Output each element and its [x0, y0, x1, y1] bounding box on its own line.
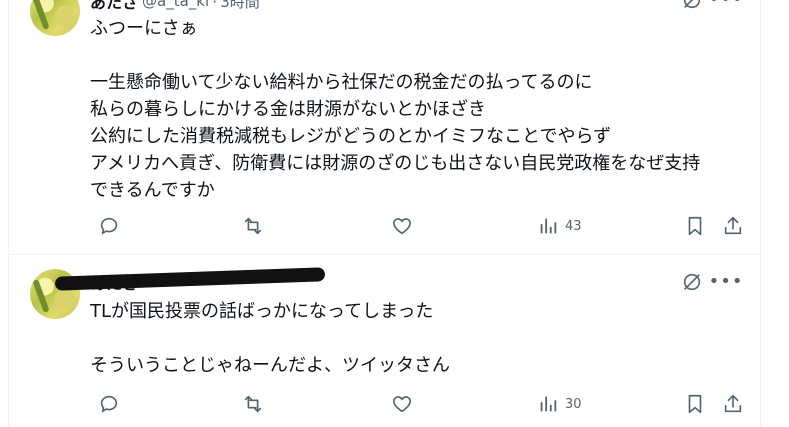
share-icon [724, 394, 742, 413]
repost-icon [244, 395, 262, 413]
share-button[interactable] [722, 211, 744, 241]
like-button[interactable] [391, 389, 413, 419]
post-text-line: 公約にした消費税減税もレジがどうのとかイミフなことでやらず [90, 126, 612, 147]
timeline: あたさ @a_ta_ki · 3時間 ••• ふつーにさぁ 一生懸命働いて少ない… [8, 0, 761, 427]
like-icon [392, 396, 412, 413]
display-name[interactable]: あたさ [90, 0, 138, 13]
post-text-line: できるんですか [90, 180, 215, 201]
bookmark-icon [688, 394, 702, 414]
post-text-line [90, 325, 740, 352]
like-button[interactable] [391, 211, 413, 241]
action-bar: 30 [90, 389, 742, 419]
views-button[interactable]: 30 [537, 389, 582, 419]
views-count: 30 [565, 396, 582, 412]
bookmark-button[interactable] [684, 211, 706, 241]
repost-icon [244, 217, 262, 235]
reply-icon [100, 217, 118, 235]
repost-button[interactable] [242, 211, 264, 241]
views-icon [540, 396, 557, 412]
post-header: あたさ @a_ta_ki · 3時間 [90, 0, 260, 12]
post-text-line [90, 42, 740, 69]
post-text-line: そういうことじゃねーんだよ、ツイッタさん [90, 355, 450, 376]
post-text: TLが国民投票の話ばっかになってしまった そういうことじゃねーんだよ、ツイッタさ… [90, 298, 740, 379]
header-icons: ••• [680, 270, 743, 294]
reply-button[interactable] [98, 389, 120, 419]
post-text-line: アメリカへ貢ぎ、防衛費には財源のざのじも出さない自民党政権をなぜ支持 [90, 153, 701, 174]
bookmark-button[interactable] [684, 389, 706, 419]
more-icon[interactable]: ••• [709, 0, 743, 12]
reply-icon [100, 395, 118, 413]
share-button[interactable] [722, 389, 744, 419]
bookmark-icon [688, 216, 702, 236]
timestamp[interactable]: 3時間 [220, 0, 260, 12]
views-icon [540, 218, 557, 234]
share-icon [724, 216, 742, 235]
avatar[interactable] [30, 0, 80, 36]
separator-dot: · [212, 0, 218, 11]
post-text-line: TLが国民投票の話ばっかになってしまった [90, 301, 434, 322]
grok-icon[interactable] [680, 270, 704, 294]
post-text-line: ふつーにさぁ [90, 18, 198, 39]
repost-button[interactable] [242, 389, 264, 419]
reply-button[interactable] [98, 211, 120, 241]
post-text-line: 私らの暮らしにかける金は財源がないとかほざき [90, 99, 486, 120]
like-icon [392, 218, 412, 235]
action-bar: 43 [90, 211, 742, 241]
post-text-line: 一生懸命働いて少ない給料から社保だの税金だの払ってるのに [90, 72, 593, 93]
more-icon[interactable]: ••• [709, 270, 743, 294]
views-count: 43 [565, 218, 582, 234]
post[interactable]: あたさ @a_ta_ki · 3時間 ••• ふつーにさぁ 一生懸命働いて少ない… [9, 0, 760, 255]
handle[interactable]: @a_ta_ki [142, 0, 209, 10]
grok-icon[interactable] [680, 0, 704, 12]
views-button[interactable]: 43 [537, 211, 582, 241]
header-icons: ••• [680, 0, 743, 12]
post-text: ふつーにさぁ 一生懸命働いて少ない給料から社保だの税金だの払ってるのに 私らの暮… [90, 15, 740, 204]
